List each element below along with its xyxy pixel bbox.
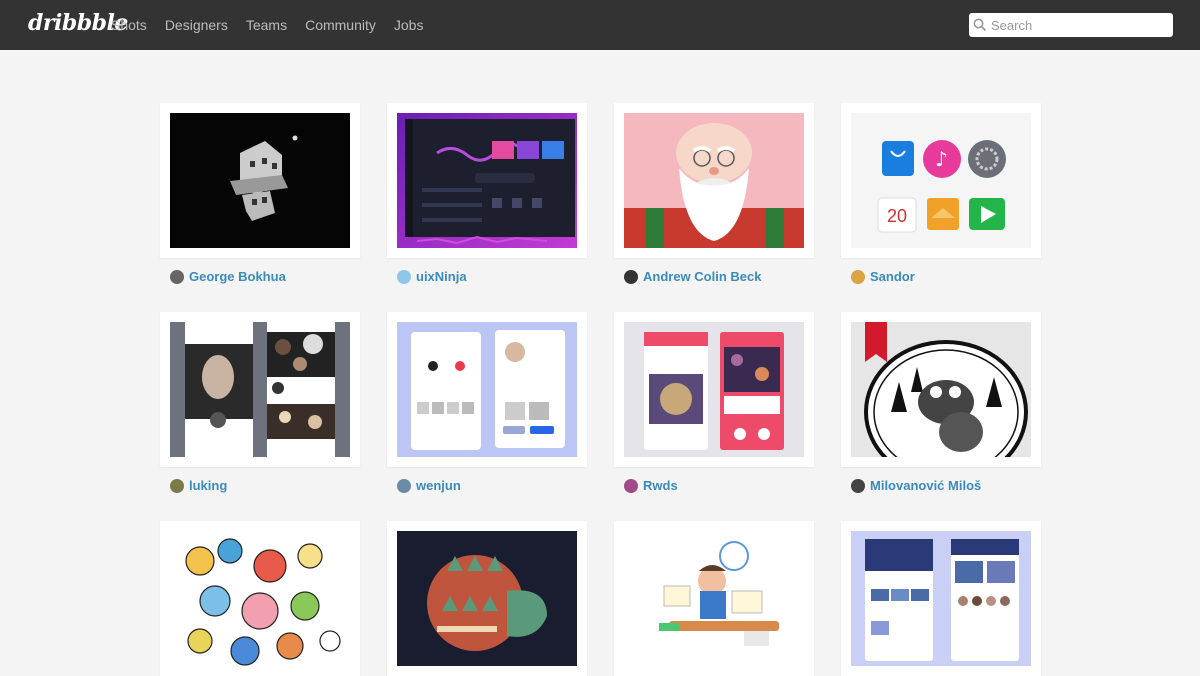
author-name[interactable]: wenjun [416, 478, 461, 493]
shot-frame[interactable] [387, 521, 587, 676]
shot-card [614, 521, 814, 676]
avatar[interactable] [851, 269, 865, 284]
author-name[interactable]: Milovanović Miloš [870, 478, 981, 493]
shot-frame[interactable] [614, 103, 814, 258]
shot-frame[interactable] [614, 312, 814, 467]
author-name[interactable]: uixNinja [416, 269, 467, 284]
avatar[interactable] [624, 478, 638, 493]
shot-frame[interactable] [387, 103, 587, 258]
search-icon [973, 18, 987, 32]
shot-thumbnail[interactable] [397, 531, 577, 666]
shot-frame[interactable] [614, 521, 814, 676]
shot-author: Sandor [851, 269, 915, 284]
avatar[interactable] [170, 269, 184, 284]
shot-author: Milovanović Miloš [851, 478, 981, 493]
shot-card: luking [160, 312, 360, 493]
author-name[interactable]: luking [189, 478, 227, 493]
author-name[interactable]: Sandor [870, 269, 915, 284]
nav-designers[interactable]: Designers [165, 17, 228, 33]
shot-thumbnail[interactable] [624, 531, 804, 666]
avatar[interactable] [170, 478, 184, 493]
shot-author: George Bokhua [170, 269, 286, 284]
svg-text:♪: ♪ [935, 147, 948, 171]
shot-card [160, 521, 360, 676]
shot-frame[interactable] [160, 103, 360, 258]
shot-card: George Bokhua [160, 103, 360, 284]
avatar[interactable] [397, 269, 411, 284]
nav-shots[interactable]: Shots [111, 17, 147, 33]
author-name[interactable]: Andrew Colin Beck [643, 269, 761, 284]
shot-frame[interactable] [841, 521, 1041, 676]
shot-author: Andrew Colin Beck [624, 269, 761, 284]
shot-card: uixNinja [387, 103, 587, 284]
main-nav: Shots Designers Teams Community Jobs [111, 0, 423, 50]
avatar[interactable] [624, 269, 638, 284]
shot-card [841, 521, 1041, 676]
shot-thumbnail[interactable] [397, 322, 577, 457]
top-navigation-bar: dribbble Shots Designers Teams Community… [0, 0, 1200, 50]
shot-card: wenjun [387, 312, 587, 493]
search-box[interactable] [969, 13, 1173, 37]
nav-teams[interactable]: Teams [246, 17, 287, 33]
search-input[interactable] [991, 17, 1166, 33]
shot-thumbnail[interactable] [170, 322, 350, 457]
avatar[interactable] [851, 478, 865, 493]
shot-thumbnail[interactable] [170, 531, 350, 666]
shot-thumbnail[interactable] [170, 113, 350, 248]
shot-card: Andrew Colin Beck [614, 103, 814, 284]
nav-community[interactable]: Community [305, 17, 376, 33]
shot-thumbnail[interactable] [851, 531, 1031, 666]
shot-author: Rwds [624, 478, 678, 493]
nav-jobs[interactable]: Jobs [394, 17, 424, 33]
shot-thumbnail[interactable] [851, 322, 1031, 457]
shot-frame[interactable] [160, 312, 360, 467]
shot-thumbnail[interactable] [397, 113, 577, 248]
avatar[interactable] [397, 478, 411, 493]
shot-frame[interactable] [387, 312, 587, 467]
shot-card: Rwds [614, 312, 814, 493]
shot-author: uixNinja [397, 269, 467, 284]
shot-frame[interactable] [841, 312, 1041, 467]
author-name[interactable]: Rwds [643, 478, 678, 493]
shot-thumbnail[interactable] [624, 113, 804, 248]
shot-author: luking [170, 478, 227, 493]
calendar-day: 20 [887, 206, 907, 226]
shot-frame[interactable] [160, 521, 360, 676]
shot-thumbnail[interactable]: ♪ 20 [851, 113, 1031, 248]
shot-thumbnail[interactable] [624, 322, 804, 457]
author-name[interactable]: George Bokhua [189, 269, 286, 284]
shot-card: Milovanović Miloš [841, 312, 1041, 493]
shot-author: wenjun [397, 478, 461, 493]
shot-card [387, 521, 587, 676]
shot-frame[interactable]: ♪ 20 [841, 103, 1041, 258]
shot-card: ♪ 20 Sandor [841, 103, 1041, 284]
